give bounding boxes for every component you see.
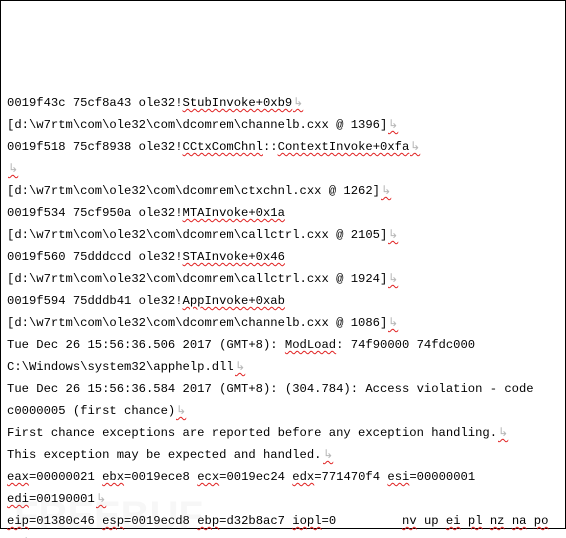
log-line: This exception may be expected and handl… [7,444,559,466]
log-line: nc↲ [7,532,559,538]
log-line: edi=00190001↲ [7,488,559,510]
log-line: [d:\w7rtm\com\ole32\com\dcomrem\callctrl… [7,224,559,246]
log-line: c0000005 (first chance)↲ [7,400,559,422]
return-icon: ↲ [388,114,398,136]
log-line: [d:\w7rtm\com\ole32\com\dcomrem\callctrl… [7,268,559,290]
log-line: First chance exceptions are reported bef… [7,422,559,444]
return-icon: ↲ [293,92,303,114]
log-line: eax=00000021 ebx=0019ece8 ecx=0019ec24 e… [7,466,559,488]
log-line: Tue Dec 26 15:56:36.506 2017 (GMT+8): Mo… [7,334,559,356]
log-line: 0019f518 75cf8938 ole32!CCtxComChnl::Con… [7,136,559,158]
log-line: [d:\w7rtm\com\ole32\com\dcomrem\channelb… [7,114,559,136]
return-icon: ↲ [96,488,106,510]
log-line: 0019f534 75cf950a ole32!MTAInvoke+0x1a [7,202,559,224]
log-line: ↲ [7,158,559,180]
return-icon: ↲ [176,400,186,422]
log-output: 0019f43c 75cf8a43 ole32!StubInvoke+0xb9↲… [7,92,559,538]
log-line: [d:\w7rtm\com\ole32\com\dcomrem\channelb… [7,312,559,334]
return-icon: ↲ [381,180,391,202]
log-line: 0019f560 75dddccd ole32!STAInvoke+0x46 [7,246,559,268]
log-line: [d:\w7rtm\com\ole32\com\dcomrem\ctxchnl.… [7,180,559,202]
return-icon: ↲ [410,136,420,158]
return-icon: ↲ [8,158,18,180]
log-line: C:\Windows\system32\apphelp.dll↲ [7,356,559,378]
return-icon: ↲ [388,268,398,290]
return-icon: ↲ [323,444,333,466]
return-icon: ↲ [498,422,508,444]
log-line: 0019f43c 75cf8a43 ole32!StubInvoke+0xb9↲ [7,92,559,114]
log-line: 0019f594 75dddb41 ole32!AppInvoke+0xab [7,290,559,312]
return-icon: ↲ [23,532,33,538]
return-icon: ↲ [388,312,398,334]
log-line: Tue Dec 26 15:56:36.584 2017 (GMT+8): (3… [7,378,559,400]
return-icon: ↲ [235,356,245,378]
return-icon: ↲ [388,224,398,246]
